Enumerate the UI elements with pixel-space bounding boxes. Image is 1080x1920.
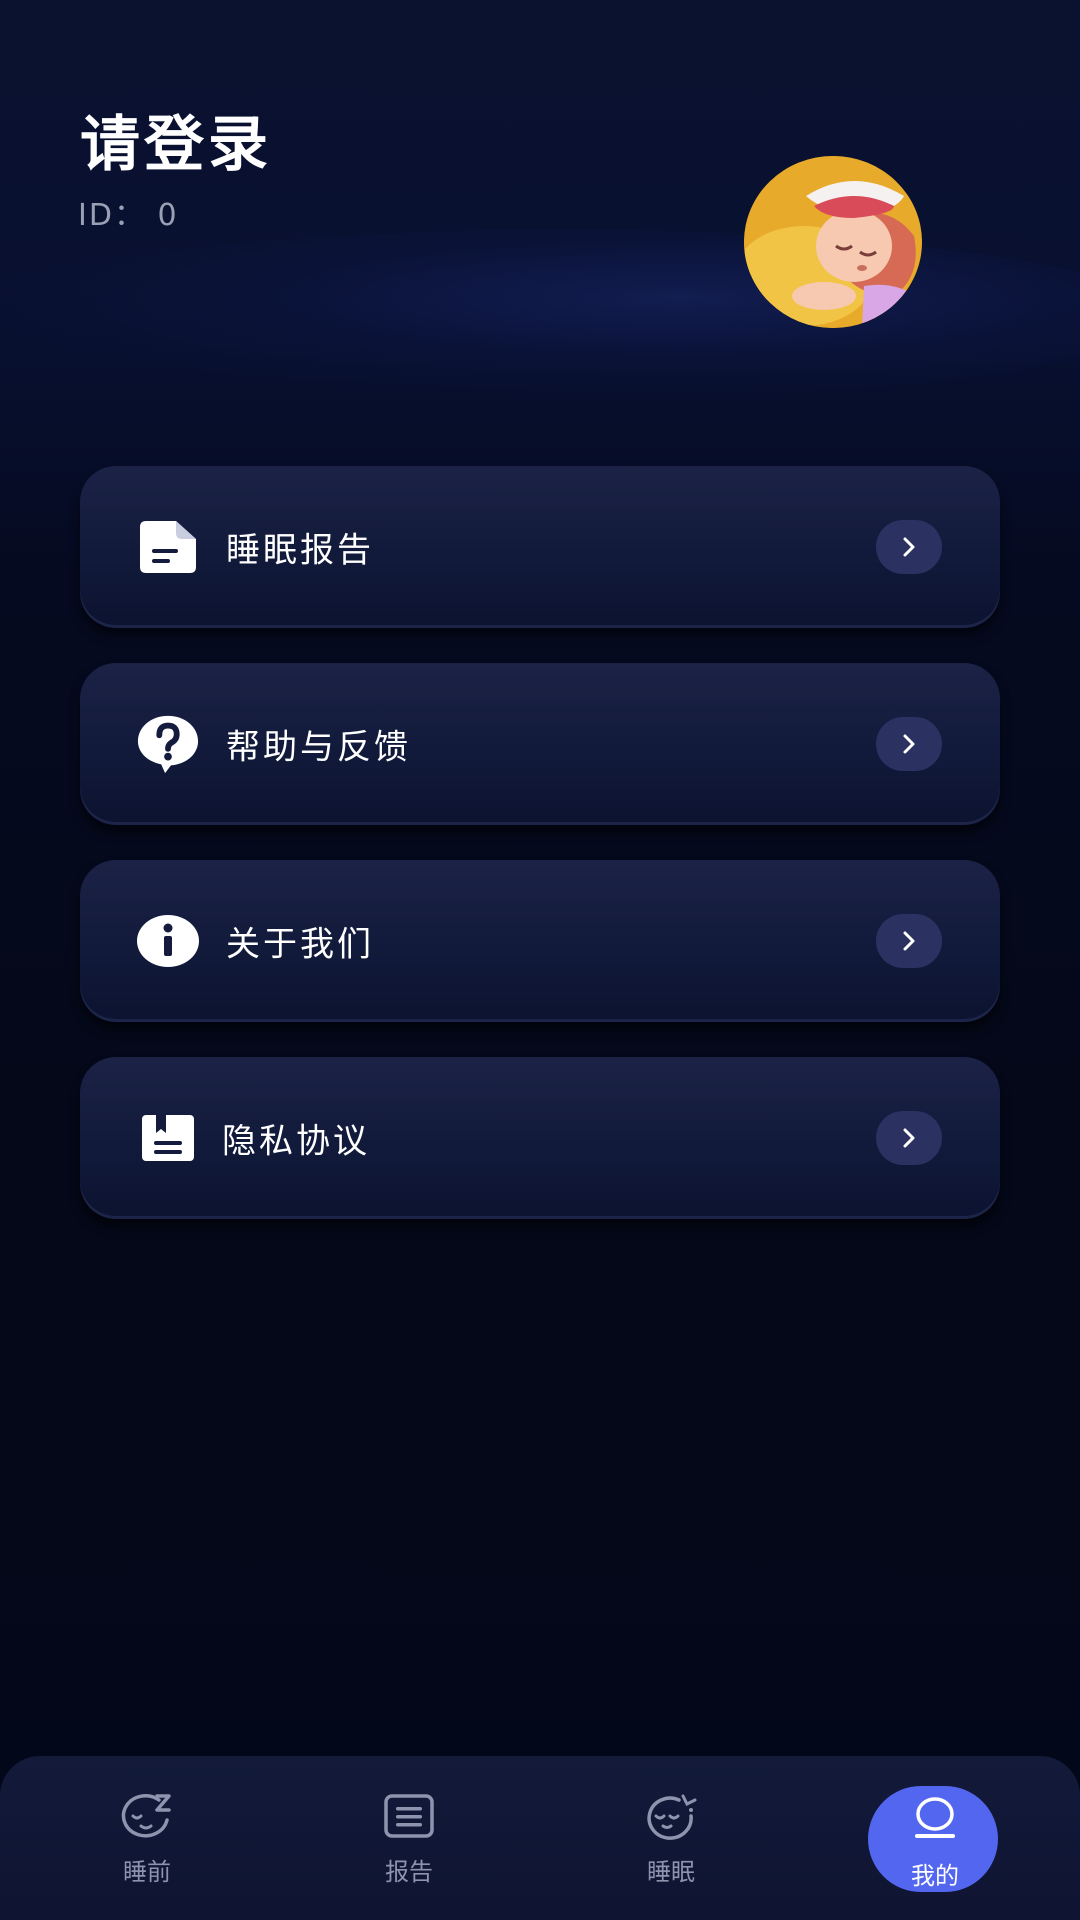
avatar[interactable] [744,156,922,328]
profile-icon [915,1797,955,1838]
tab-before-sleep[interactable]: 睡前 [67,1756,227,1920]
chevron-right-icon [876,1111,942,1165]
menu-item-label: 睡眠报告 [226,530,374,571]
tab-label: 我的 [911,1862,959,1890]
chevron-right-icon [876,914,942,968]
sleeping-girl-avatar-image [744,156,922,328]
login-prompt-title[interactable]: 请登录 [80,96,272,183]
tab-label: 睡眠 [647,1858,695,1886]
info-icon [136,909,200,973]
tab-label: 报告 [385,1858,433,1886]
report-icon [384,1794,434,1838]
profile-screen: 请登录 ID： 0 睡眠报告 帮助与反馈 关于我们 隐私协议 睡前 报告 睡眠 … [0,0,1080,1920]
privacy-document-icon [136,1106,200,1170]
menu-item-label: 关于我们 [226,924,374,965]
menu-item-label: 帮助与反馈 [226,727,411,768]
menu-item-sleep-report[interactable]: 睡眠报告 [80,466,1000,628]
tab-label: 睡前 [123,1858,171,1886]
menu-item-about-us[interactable]: 关于我们 [80,860,1000,1022]
menu-item-privacy-policy[interactable]: 隐私协议 [80,1057,1000,1219]
chevron-right-icon [876,717,942,771]
menu-item-help-feedback[interactable]: 帮助与反馈 [80,663,1000,825]
settings-menu: 睡眠报告 帮助与反馈 关于我们 隐私协议 [80,466,1000,1254]
sleeping-face-icon [647,1794,697,1840]
help-bubble-icon [136,712,200,776]
menu-item-label: 隐私协议 [222,1121,370,1162]
sleep-face-icon [121,1794,171,1838]
chevron-right-icon [876,520,942,574]
tab-report[interactable]: 报告 [329,1756,489,1920]
user-id-label: ID： 0 [78,198,179,233]
tab-sleep[interactable]: 睡眠 [591,1756,751,1920]
bottom-tab-bar: 睡前 报告 睡眠 我的 [0,1756,1080,1920]
tab-mine[interactable]: 我的 [855,1756,1015,1920]
document-icon [136,515,200,579]
